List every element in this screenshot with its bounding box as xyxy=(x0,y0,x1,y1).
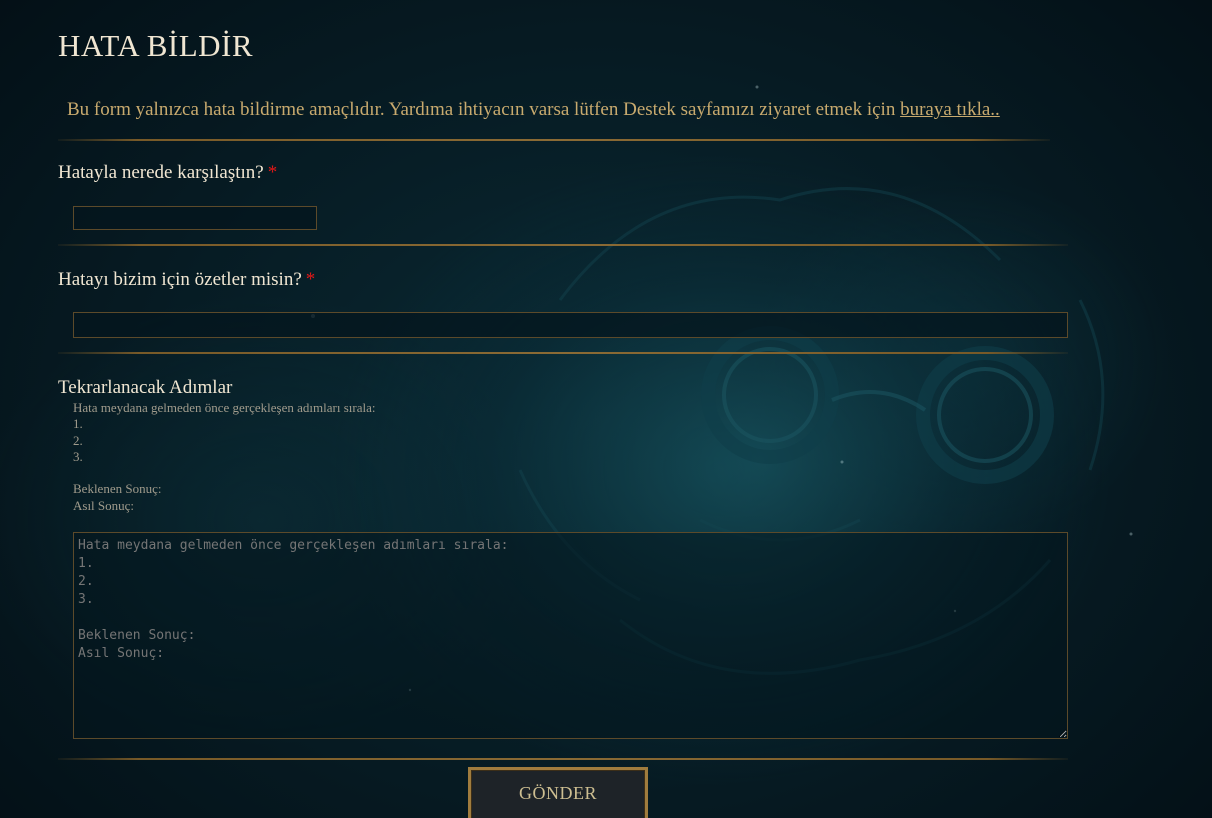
steps-help-line xyxy=(73,465,375,481)
steps-help-line: Beklenen Sonuç: xyxy=(73,481,162,497)
required-marker: * xyxy=(267,162,278,183)
steps-help-text: Hata meydana gelmeden önce gerçekleşen a… xyxy=(73,400,375,514)
steps-title: Tekrarlanacak Adımlar xyxy=(58,377,233,398)
steps-help-line: 1. xyxy=(73,416,83,432)
summary-label: Hatayı bizim için özetler misin? * xyxy=(58,269,315,291)
intro-text-body: Bu form yalnızca hata bildirme amaçlıdır… xyxy=(67,99,901,120)
bug-report-form: HATA BİLDİR Bu form yalnızca hata bildir… xyxy=(0,0,1212,818)
steps-help-line: 3. xyxy=(73,448,83,464)
divider xyxy=(58,139,1050,141)
steps-help-line: Asıl Sonuç: xyxy=(73,497,135,513)
steps-help-line: Hata meydana gelmeden önce gerçekleşen a… xyxy=(73,400,376,415)
page-title: HATA BİLDİR xyxy=(58,28,254,63)
where-label: Hatayla nerede karşılaştın? * xyxy=(58,162,277,184)
where-label-text: Hatayla nerede karşılaştın? xyxy=(58,162,264,183)
where-input[interactable] xyxy=(73,206,317,230)
steps-textarea[interactable] xyxy=(73,532,1068,739)
support-link[interactable]: buraya tıkla.. xyxy=(900,99,1000,120)
required-marker: * xyxy=(305,269,316,290)
divider xyxy=(58,758,1068,760)
intro-text: Bu form yalnızca hata bildirme amaçlıdır… xyxy=(67,99,1000,121)
summary-input[interactable] xyxy=(73,312,1068,338)
summary-label-text: Hatayı bizim için özetler misin? xyxy=(58,269,302,290)
steps-help-line: 2. xyxy=(73,432,83,448)
divider xyxy=(58,352,1068,354)
submit-button[interactable]: GÖNDER xyxy=(468,767,648,818)
divider xyxy=(58,244,1068,246)
